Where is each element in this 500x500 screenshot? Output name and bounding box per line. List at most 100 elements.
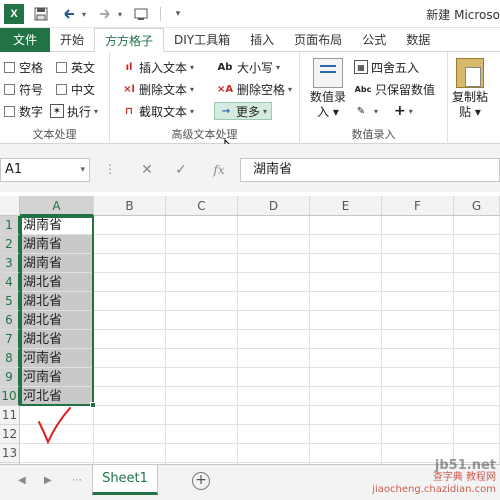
cell[interactable]: [454, 368, 500, 387]
cell[interactable]: [454, 425, 500, 444]
cell[interactable]: [166, 406, 238, 425]
customize-qat-icon[interactable]: ▾: [167, 4, 189, 24]
cell[interactable]: [166, 444, 238, 463]
cell[interactable]: [310, 406, 382, 425]
row-header[interactable]: 3: [0, 254, 20, 273]
sheet-tab-sheet1[interactable]: Sheet1: [92, 465, 158, 495]
cancel-edit-button[interactable]: ✕: [132, 158, 162, 182]
tab-file[interactable]: 文件: [0, 28, 50, 52]
cell[interactable]: 河北省: [20, 387, 94, 406]
insert-text-button[interactable]: ıl 插入文本 ▾: [122, 58, 194, 76]
cell[interactable]: [238, 254, 310, 273]
cell[interactable]: [166, 216, 238, 235]
spreadsheet-grid[interactable]: A B C D E F G 1 湖南省 2 湖南省 3 湖南省 4 湖北省 5 湖北省 6 湖北省 7 湖…: [0, 192, 500, 464]
cell[interactable]: [454, 216, 500, 235]
cell[interactable]: [454, 311, 500, 330]
row-header[interactable]: 9: [0, 368, 20, 387]
tab-insert[interactable]: 插入: [240, 28, 284, 52]
undo-icon[interactable]: [58, 4, 80, 24]
cell[interactable]: [310, 444, 382, 463]
cell[interactable]: [454, 349, 500, 368]
column-header-e[interactable]: E: [310, 196, 382, 216]
edit-numbers-button[interactable]: ✎ ▾: [354, 102, 378, 120]
row-header[interactable]: 10: [0, 387, 20, 406]
column-header-g[interactable]: G: [454, 196, 500, 216]
cell[interactable]: [382, 292, 454, 311]
tab-page-layout[interactable]: 页面布局: [284, 28, 352, 52]
delete-space-button[interactable]: ×A 删除空格 ▾: [216, 80, 292, 98]
cell[interactable]: [20, 444, 94, 463]
sheet-next-icon[interactable]: ▶: [44, 475, 52, 486]
chevron-down-icon[interactable]: ▾: [80, 4, 88, 24]
confirm-edit-button[interactable]: ✓: [166, 158, 196, 182]
cell[interactable]: [94, 425, 166, 444]
column-header-a[interactable]: A: [20, 196, 94, 216]
cell[interactable]: [310, 235, 382, 254]
formula-input[interactable]: 湖南省: [240, 158, 500, 182]
cell[interactable]: 湖南省: [20, 235, 94, 254]
cell[interactable]: [382, 273, 454, 292]
chevron-down-icon[interactable]: ▾: [116, 4, 124, 24]
cell[interactable]: [166, 311, 238, 330]
cell[interactable]: [382, 216, 454, 235]
cell[interactable]: [382, 254, 454, 273]
row-header[interactable]: 5: [0, 292, 20, 311]
cell[interactable]: 湖北省: [20, 273, 94, 292]
save-icon[interactable]: [30, 4, 52, 24]
delete-text-button[interactable]: ×l 删除文本 ▾: [122, 80, 194, 98]
cell[interactable]: [382, 349, 454, 368]
round-button[interactable]: ▦ 四舍五入: [354, 58, 419, 76]
cell[interactable]: [454, 406, 500, 425]
column-header-f[interactable]: F: [382, 196, 454, 216]
numeric-entry-button[interactable]: 数值录 入 ▾: [310, 58, 346, 120]
cell[interactable]: [454, 330, 500, 349]
column-header-d[interactable]: D: [238, 196, 310, 216]
name-box[interactable]: A1 ▾: [0, 158, 90, 182]
cell[interactable]: 湖北省: [20, 311, 94, 330]
cell[interactable]: [94, 235, 166, 254]
cell[interactable]: [238, 349, 310, 368]
column-header-c[interactable]: C: [166, 196, 238, 216]
touch-mode-icon[interactable]: [130, 4, 152, 24]
cell[interactable]: [94, 406, 166, 425]
row-header[interactable]: 7: [0, 330, 20, 349]
cell[interactable]: [238, 235, 310, 254]
cell[interactable]: [94, 254, 166, 273]
cell[interactable]: [454, 292, 500, 311]
cell[interactable]: [166, 292, 238, 311]
add-sheet-icon[interactable]: +: [192, 472, 210, 490]
row-header[interactable]: 2: [0, 235, 20, 254]
cell[interactable]: [238, 273, 310, 292]
cell[interactable]: [310, 387, 382, 406]
select-all-button[interactable]: [0, 196, 20, 216]
tab-formulas[interactable]: 公式: [352, 28, 396, 52]
tab-diy-toolbox[interactable]: DIY工具箱: [164, 28, 240, 52]
cell[interactable]: [310, 292, 382, 311]
cell[interactable]: [454, 387, 500, 406]
row-header[interactable]: 6: [0, 311, 20, 330]
row-header[interactable]: 11: [0, 406, 20, 425]
cell[interactable]: 湖北省: [20, 330, 94, 349]
cell[interactable]: [382, 368, 454, 387]
row-header[interactable]: 4: [0, 273, 20, 292]
plus-button[interactable]: + ▾: [394, 102, 413, 120]
cell[interactable]: [94, 349, 166, 368]
cell[interactable]: [238, 292, 310, 311]
cell[interactable]: 河南省: [20, 349, 94, 368]
cell[interactable]: [238, 330, 310, 349]
row-header[interactable]: 1: [0, 216, 20, 235]
cell[interactable]: 河南省: [20, 368, 94, 387]
cell[interactable]: [94, 387, 166, 406]
cell[interactable]: [238, 387, 310, 406]
cell[interactable]: [382, 311, 454, 330]
cell[interactable]: [238, 368, 310, 387]
cell[interactable]: [310, 254, 382, 273]
checkbox-english[interactable]: 英文: [56, 58, 95, 76]
cell[interactable]: [166, 235, 238, 254]
cell[interactable]: [238, 216, 310, 235]
cell[interactable]: [166, 330, 238, 349]
insert-function-button[interactable]: fx: [204, 158, 234, 182]
cell[interactable]: [310, 425, 382, 444]
redo-icon[interactable]: [94, 4, 116, 24]
cell[interactable]: 湖南省: [20, 216, 94, 235]
